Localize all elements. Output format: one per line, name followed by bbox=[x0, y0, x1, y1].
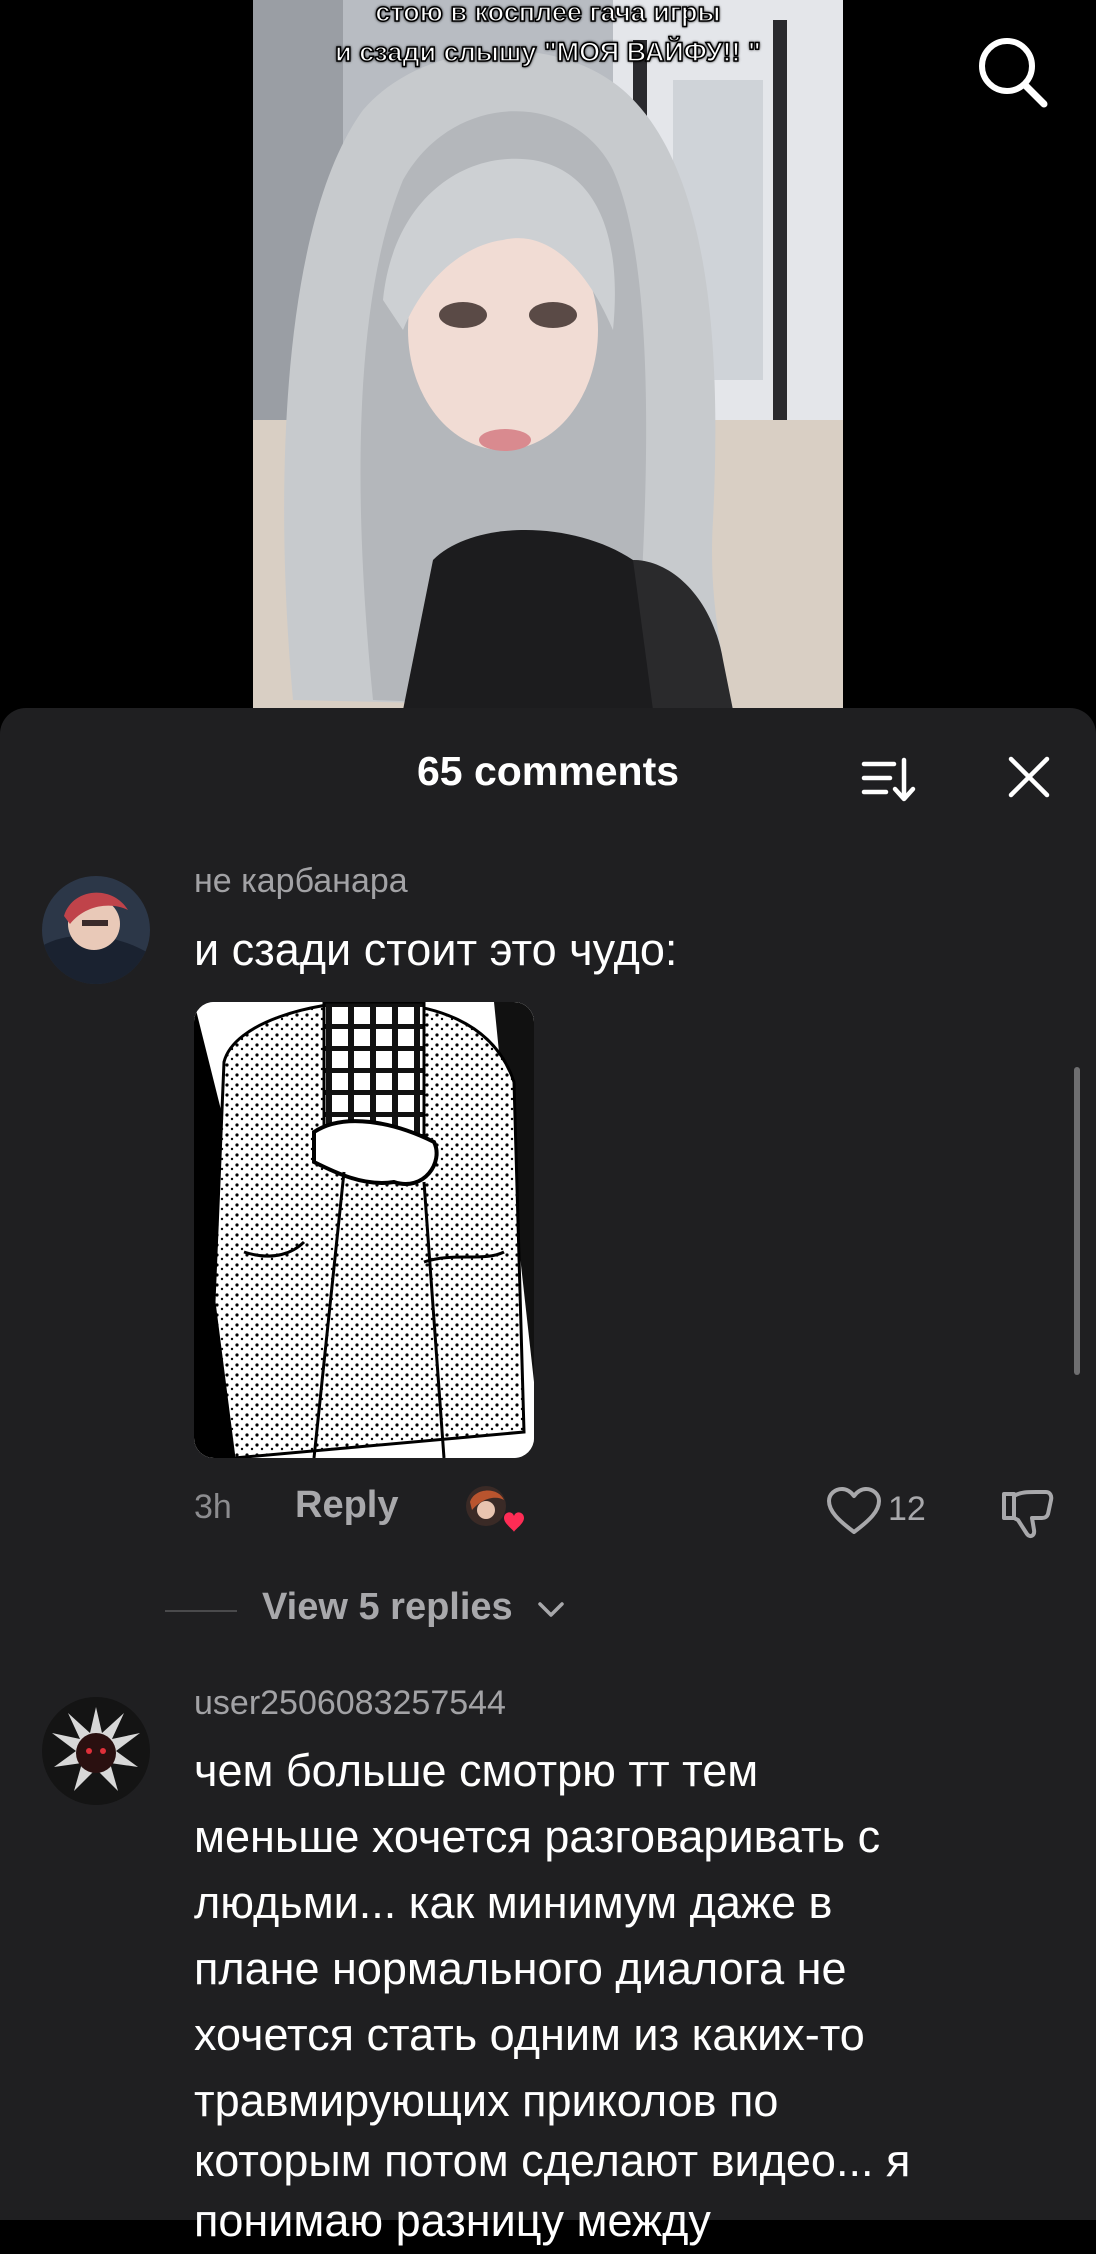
comment-timestamp: 3h bbox=[194, 1488, 232, 1526]
sort-comments-button[interactable] bbox=[860, 752, 916, 808]
avatar[interactable] bbox=[42, 876, 150, 984]
comment-text: чем больше смотрю тт тем меньше хочется … bbox=[194, 1738, 1074, 2248]
comment-text-line: понимаю разницу между bbox=[194, 2195, 711, 2246]
comments-count-title: 65 comments bbox=[416, 748, 680, 794]
manga-sticker-image bbox=[194, 1002, 534, 1458]
heart-icon bbox=[827, 1487, 881, 1534]
comment-text-line: хочется стать одним из каких-то bbox=[194, 2009, 865, 2060]
creator-avatar-heart-icon bbox=[466, 1486, 524, 1532]
creator-liked-badge bbox=[464, 1484, 524, 1536]
comment-username[interactable]: user2506083257544 bbox=[194, 1684, 506, 1723]
comment-text-line: плане нормального диалога не bbox=[194, 1943, 847, 1994]
dislike-button[interactable] bbox=[1000, 1486, 1056, 1542]
comment-text-line: которым потом сделают видео... я bbox=[194, 2135, 911, 2186]
video-player[interactable]: стою в косплее гача игры и сзади слышу "… bbox=[0, 0, 1096, 720]
avatar[interactable] bbox=[42, 1697, 150, 1805]
video-caption-line-1: стою в косплее гача игры bbox=[375, 0, 722, 28]
scrollbar[interactable] bbox=[1074, 1067, 1080, 1375]
comment-text-line: травмирующих приколов по bbox=[194, 2075, 779, 2126]
thumbs-down-icon bbox=[1002, 1490, 1054, 1539]
commenter-avatar-image bbox=[42, 1697, 150, 1805]
comment-username[interactable]: не карбанара bbox=[194, 862, 408, 901]
comment-text-line: чем больше смотрю тт тем bbox=[194, 1745, 759, 1796]
search-icon bbox=[979, 38, 1048, 108]
like-button[interactable] bbox=[826, 1486, 882, 1536]
comment-text: и сзади стоит это чудо: bbox=[194, 924, 678, 975]
like-count: 12 bbox=[888, 1490, 926, 1528]
video-caption-line-2: и сзади слышу "МОЯ ВАЙФУ!! " bbox=[334, 36, 761, 68]
commenter-avatar-image bbox=[42, 876, 150, 984]
close-comments-button[interactable] bbox=[1006, 754, 1052, 800]
video-thumbnail-image bbox=[253, 0, 843, 710]
search-button[interactable] bbox=[972, 32, 1052, 112]
comment-image-sticker[interactable] bbox=[194, 1002, 534, 1458]
view-replies-button[interactable]: View 5 replies bbox=[262, 1586, 513, 1629]
reply-button[interactable]: Reply bbox=[295, 1484, 398, 1527]
comment-text-line: людьми... как минимум даже в bbox=[194, 1877, 833, 1928]
replies-divider bbox=[165, 1610, 237, 1612]
video-frame[interactable]: стою в косплее гача игры и сзади слышу "… bbox=[253, 0, 843, 710]
close-icon bbox=[1008, 756, 1050, 798]
comment-text-line: меньше хочется разговаривать с bbox=[194, 1811, 881, 1862]
chevron-down-icon[interactable] bbox=[536, 1598, 566, 1622]
sort-icon bbox=[861, 757, 916, 802]
